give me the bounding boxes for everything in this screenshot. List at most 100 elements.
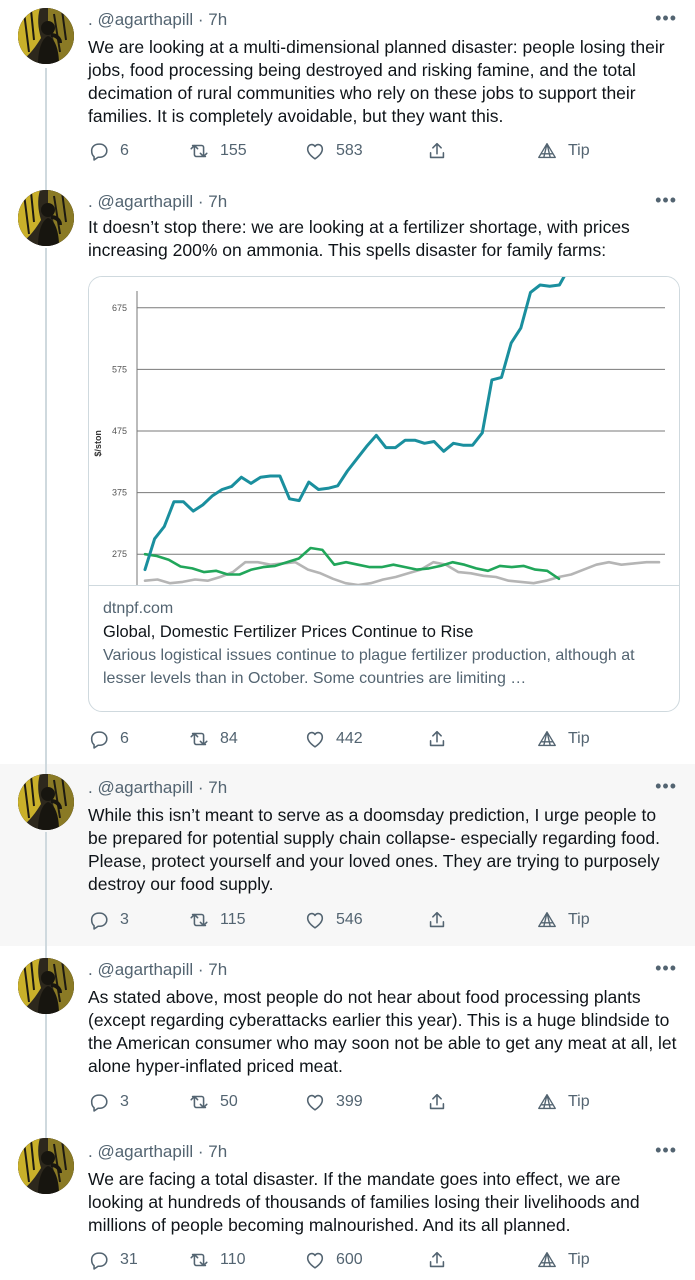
reply-button[interactable]: 31 [88, 1249, 138, 1271]
retweet-icon [188, 1091, 210, 1113]
timestamp[interactable]: 7h [208, 960, 227, 979]
share-button[interactable] [426, 909, 448, 931]
author-handle[interactable]: . @agarthapill [88, 10, 193, 29]
tip-count: Tip [568, 142, 590, 159]
retweet-count: 110 [220, 1251, 246, 1268]
more-icon[interactable]: ••• [655, 958, 677, 979]
share-button[interactable] [426, 728, 448, 750]
retweet-button[interactable]: 84 [188, 728, 238, 750]
reply-button[interactable]: 3 [88, 909, 129, 931]
tip-count: Tip [568, 1093, 590, 1110]
retweet-count: 84 [220, 730, 238, 747]
like-button[interactable]: 546 [304, 909, 363, 931]
card-title: Global, Domestic Fertilizer Prices Conti… [103, 623, 474, 641]
like-count: 399 [336, 1093, 363, 1110]
reply-count: 3 [120, 911, 129, 928]
reply-icon [88, 728, 110, 750]
avatar[interactable] [18, 8, 74, 64]
like-button[interactable]: 600 [304, 1249, 363, 1271]
tip-button[interactable]: Tip [536, 1249, 590, 1271]
like-count: 546 [336, 911, 363, 928]
tweet-4[interactable]: . @agarthapill · 7h ••• As stated above,… [0, 946, 695, 1126]
avatar[interactable] [18, 190, 74, 246]
share-button[interactable] [426, 140, 448, 162]
share-icon [426, 1249, 448, 1271]
retweet-button[interactable]: 155 [188, 140, 247, 162]
tip-icon [536, 140, 558, 162]
tip-count: Tip [568, 911, 590, 928]
retweet-button[interactable]: 115 [188, 909, 246, 931]
timestamp[interactable]: 7h [208, 1142, 227, 1161]
tip-icon [536, 728, 558, 750]
author-handle[interactable]: . @agarthapill [88, 778, 193, 797]
heart-icon [304, 1091, 326, 1113]
like-button[interactable]: 399 [304, 1091, 363, 1113]
tip-count: Tip [568, 1251, 590, 1268]
share-icon [426, 140, 448, 162]
heart-icon [304, 140, 326, 162]
thread-line [45, 1126, 47, 1138]
y-axis-label: $/ston [93, 430, 103, 457]
reply-icon [88, 909, 110, 931]
tip-count: Tip [568, 730, 590, 747]
avatar[interactable] [18, 774, 74, 830]
more-icon[interactable]: ••• [655, 776, 677, 797]
tweet-2[interactable]: . @agarthapill · 7h ••• It doesn’t stop … [0, 180, 695, 764]
series-line-2 [143, 546, 561, 581]
thread-line [45, 248, 47, 764]
fertilizer-price-chart: 275 375 475 575 675 $/ston [93, 277, 665, 585]
tweet-5[interactable]: . @agarthapill · 7h ••• We are facing a … [0, 1126, 695, 1280]
author-handle[interactable]: . @agarthapill [88, 960, 193, 979]
series-line-1 [143, 277, 566, 572]
tweet-actions: 3 50 399 Tip [88, 1091, 608, 1115]
tweet-actions: 3 115 546 Tip [88, 909, 608, 933]
tweet-header: . @agarthapill · 7h [88, 778, 228, 797]
retweet-icon [188, 140, 210, 162]
share-icon [426, 1091, 448, 1113]
like-count: 442 [336, 730, 363, 747]
reply-button[interactable]: 6 [88, 728, 129, 750]
more-icon[interactable]: ••• [655, 8, 677, 29]
share-icon [426, 728, 448, 750]
tweet-text: As stated above, most people do not hear… [88, 987, 677, 1076]
retweet-button[interactable]: 50 [188, 1091, 238, 1113]
tip-button[interactable]: Tip [536, 1091, 590, 1113]
y-tick-label: 375 [112, 488, 127, 498]
author-handle[interactable]: . @agarthapill [88, 192, 193, 211]
card-domain: dtnpf.com [103, 600, 174, 617]
timestamp[interactable]: 7h [208, 10, 227, 29]
tweet-actions: 6 155 583 Tip [88, 140, 608, 164]
tweet-text: We are looking at a multi-dimensional pl… [88, 37, 665, 126]
avatar[interactable] [18, 958, 74, 1014]
avatar-image [18, 774, 74, 830]
tip-button[interactable]: Tip [536, 140, 590, 162]
share-button[interactable] [426, 1091, 448, 1113]
reply-button[interactable]: 6 [88, 140, 129, 162]
avatar[interactable] [18, 1138, 74, 1194]
thread-line [45, 946, 47, 958]
retweet-icon [188, 909, 210, 931]
tweet-text: While this isn’t meant to serve as a doo… [88, 805, 661, 894]
reply-button[interactable]: 3 [88, 1091, 129, 1113]
tweet-header: . @agarthapill · 7h [88, 192, 228, 211]
tip-button[interactable]: Tip [536, 909, 590, 931]
tweet-1[interactable]: . @agarthapill · 7h ••• We are looking a… [0, 0, 695, 180]
like-button[interactable]: 583 [304, 140, 363, 162]
more-icon[interactable]: ••• [655, 190, 677, 211]
retweet-icon [188, 1249, 210, 1271]
reply-count: 31 [120, 1251, 138, 1268]
tweet-header: . @agarthapill · 7h [88, 1142, 228, 1161]
tweet-3[interactable]: . @agarthapill · 7h ••• While this isn’t… [0, 764, 695, 946]
reply-count: 6 [120, 730, 129, 747]
avatar-image [18, 190, 74, 246]
retweet-button[interactable]: 110 [188, 1249, 246, 1271]
timestamp[interactable]: 7h [208, 192, 227, 211]
share-button[interactable] [426, 1249, 448, 1271]
timestamp[interactable]: 7h [208, 778, 227, 797]
more-icon[interactable]: ••• [655, 1140, 677, 1161]
link-card[interactable]: 275 375 475 575 675 $/ston dtnpf.com Global, … [88, 276, 680, 712]
tip-button[interactable]: Tip [536, 728, 590, 750]
like-count: 583 [336, 142, 363, 159]
author-handle[interactable]: . @agarthapill [88, 1142, 193, 1161]
like-button[interactable]: 442 [304, 728, 363, 750]
